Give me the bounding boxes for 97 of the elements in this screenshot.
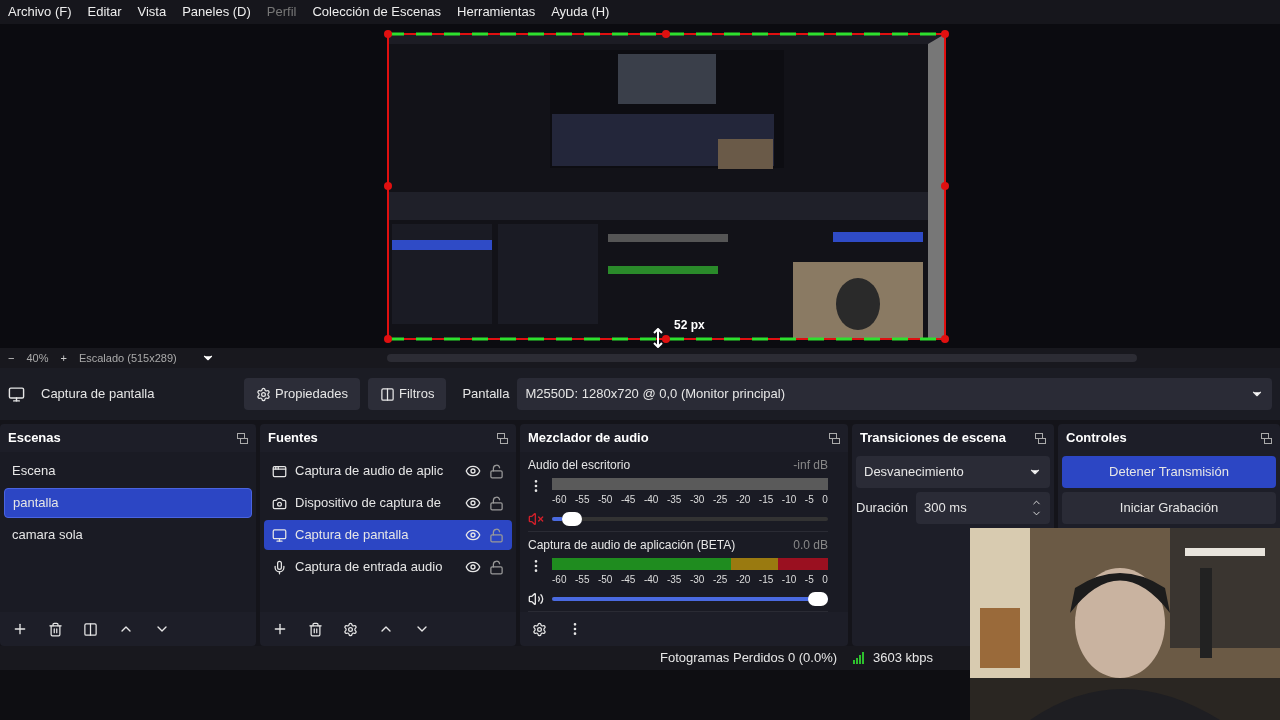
zoom-in-button[interactable]: +: [60, 349, 67, 367]
dropped-frames: Fotogramas Perdidos 0 (0.0%): [660, 648, 838, 668]
camera-icon: [272, 495, 287, 511]
channel-name: Audio del escritorio: [528, 457, 631, 474]
channel-reading: 0.0 dB: [793, 537, 828, 554]
add-icon[interactable]: [272, 621, 288, 637]
undock-icon[interactable]: [497, 432, 508, 444]
scale-label: -40: [643, 493, 659, 507]
volume-slider[interactable]: [552, 592, 828, 606]
scale-label: -35: [666, 493, 682, 507]
zoom-level: 40%: [26, 350, 49, 366]
scale-label: -60: [552, 493, 567, 507]
scale-label: -25: [712, 493, 728, 507]
source-item[interactable]: Captura de pantalla: [264, 520, 512, 550]
scale-label: -50: [597, 573, 613, 587]
source-item[interactable]: Dispositivo de captura de: [264, 488, 512, 518]
scale-label: -5: [804, 493, 814, 507]
add-icon[interactable]: [12, 621, 28, 637]
scene-item[interactable]: Escena: [4, 456, 252, 486]
source-item[interactable]: Captura de entrada audio: [264, 552, 512, 582]
scale-label: -40: [643, 573, 659, 587]
unlock-icon[interactable]: [489, 495, 504, 511]
scale-label: -50: [597, 493, 613, 507]
scale-label: 0: [822, 573, 828, 587]
visibility-icon[interactable]: [465, 463, 481, 479]
unlock-icon[interactable]: [489, 527, 504, 543]
scale-label: -5: [804, 573, 814, 587]
duration-field[interactable]: 300 ms: [916, 492, 1050, 524]
scale-label: -45: [620, 573, 636, 587]
channel-name: Captura de audio de aplicación (BETA): [528, 537, 736, 554]
volume-slider[interactable]: [552, 512, 828, 526]
visibility-icon[interactable]: [465, 495, 481, 511]
gear-icon: [256, 386, 271, 402]
scale-mode: Escalado (515x289): [78, 350, 177, 366]
control-button[interactable]: Iniciar Grabación: [1062, 492, 1276, 524]
microphone-icon: [272, 559, 287, 575]
monitor-icon: [272, 527, 287, 543]
scale-label: -25: [712, 573, 728, 587]
menu-item[interactable]: Paneles (D): [182, 2, 251, 22]
source-item[interactable]: Captura de audio de aplic: [264, 456, 512, 486]
bitrate: 3603 kbps: [873, 649, 934, 668]
measure-label: 52 px: [674, 317, 705, 334]
display-label: Pantalla: [462, 385, 510, 404]
scene-item[interactable]: camara sola: [4, 520, 252, 550]
menu-item[interactable]: Colección de Escenas: [312, 2, 442, 22]
undock-icon[interactable]: [829, 432, 840, 444]
undock-icon[interactable]: [1261, 432, 1272, 444]
menu-item[interactable]: Ayuda (H): [551, 2, 610, 22]
undock-icon[interactable]: [1035, 432, 1046, 444]
dock-title: Fuentes: [268, 429, 318, 448]
resize-arrow-icon: [652, 328, 664, 348]
menu-item[interactable]: Herramientas: [457, 2, 536, 22]
scene-item[interactable]: pantalla: [4, 488, 252, 518]
filters-button[interactable]: Filtros: [368, 378, 447, 410]
duration-label: Duración: [856, 499, 909, 518]
source-name: Captura de pantalla: [41, 385, 156, 404]
scale-label: -15: [758, 573, 774, 587]
properties-button[interactable]: Propiedades: [244, 378, 360, 410]
settings-icon[interactable]: [532, 621, 547, 637]
scale-label: -30: [689, 493, 705, 507]
visibility-icon[interactable]: [465, 559, 481, 575]
scale-label: -35: [666, 573, 682, 587]
scale-label: -45: [620, 493, 636, 507]
channel-reading: -inf dB: [793, 457, 828, 474]
scale-label: -10: [781, 493, 797, 507]
scale-label: -55: [575, 493, 590, 507]
scale-label: 0: [822, 493, 828, 507]
scale-label: -15: [758, 493, 774, 507]
transition-dropdown[interactable]: Desvanecimiento: [856, 456, 1050, 488]
speaker-icon[interactable]: [528, 591, 544, 607]
dock-title: Controles: [1066, 429, 1127, 448]
app-window-icon: [272, 463, 287, 479]
delete-icon[interactable]: [48, 621, 63, 637]
dock-title: Mezclador de audio: [528, 429, 649, 448]
unlock-icon[interactable]: [489, 463, 504, 479]
scale-label: -10: [781, 573, 797, 587]
scale-label: -55: [575, 573, 590, 587]
display-dropdown[interactable]: M2550D: 1280x720 @ 0,0 (Monitor principal): [517, 378, 1272, 410]
dock-title: Transiciones de escena: [860, 429, 1006, 448]
settings-icon[interactable]: [343, 621, 358, 637]
monitor-icon: [8, 385, 25, 403]
menu-item[interactable]: Editar: [87, 2, 122, 22]
delete-icon[interactable]: [308, 621, 323, 637]
visibility-icon[interactable]: [465, 527, 481, 543]
menu-item[interactable]: Vista: [137, 2, 167, 22]
scale-label: -20: [735, 573, 751, 587]
menu-item[interactable]: Archivo (F): [8, 2, 72, 22]
unlock-icon[interactable]: [489, 559, 504, 575]
control-button[interactable]: Detener Transmisión: [1062, 456, 1276, 488]
zoom-out-button[interactable]: −: [8, 349, 15, 367]
scale-label: -60: [552, 573, 567, 587]
signal-icon: [853, 652, 866, 664]
muted-speaker-icon[interactable]: [528, 511, 544, 527]
undock-icon[interactable]: [237, 432, 248, 444]
scale-label: -30: [689, 573, 705, 587]
scale-label: -20: [735, 493, 751, 507]
dock-title: Escenas: [8, 429, 61, 448]
